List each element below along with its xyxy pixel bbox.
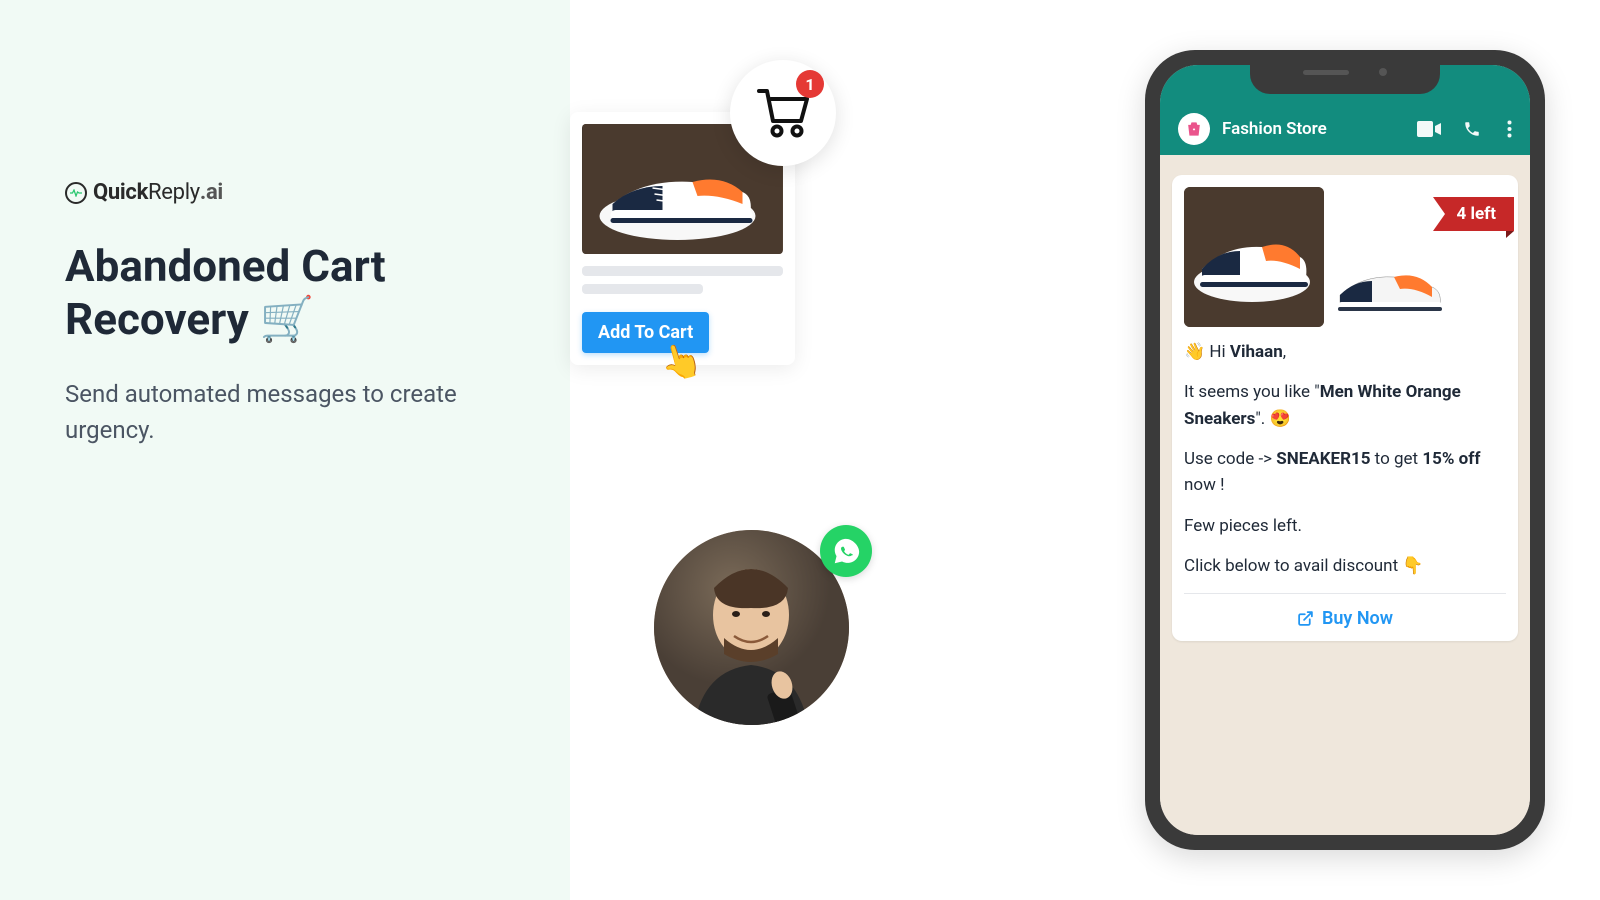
greeting-line: 👋 Hi Vihaan, — [1184, 339, 1506, 365]
buy-now-button[interactable]: Buy Now — [1184, 593, 1506, 629]
product-line: It seems you like "Men White Orange Snea… — [1184, 379, 1506, 432]
store-avatar — [1178, 113, 1210, 145]
product-thumbnail — [1332, 257, 1452, 317]
video-call-icon[interactable] — [1417, 121, 1441, 137]
headline: Abandoned Cart Recovery 🛒 — [65, 240, 520, 346]
phone-notch — [1250, 65, 1440, 94]
placeholder-line — [582, 266, 783, 276]
message-text: 👋 Hi Vihaan, It seems you like "Men Whit… — [1184, 339, 1506, 579]
whatsapp-icon — [820, 525, 872, 577]
message-card: 4 left 👋 Hi Vihaan, It seems you like "M — [1172, 175, 1518, 641]
hero-panel: QuickReply.ai Abandoned Cart Recovery 🛒 … — [0, 0, 570, 900]
cart-indicator: 1 — [730, 60, 836, 166]
discount-amount: 15% off — [1422, 449, 1480, 469]
brand-reply: Reply — [148, 180, 200, 205]
chat-body: 4 left 👋 Hi Vihaan, It seems you like "M — [1160, 155, 1530, 835]
discount-line: Use code -> SNEAKER15 to get 15% off now… — [1184, 446, 1506, 499]
external-link-icon — [1297, 610, 1314, 627]
subheadline: Send automated messages to create urgenc… — [65, 376, 485, 448]
placeholder-line — [582, 284, 703, 294]
brand-logo-text: QuickReply.ai — [93, 180, 223, 205]
customer-name: Vihaan — [1230, 342, 1283, 362]
cart-count-badge: 1 — [796, 70, 824, 98]
stock-ribbon: 4 left — [1433, 197, 1515, 231]
message-product-image — [1184, 187, 1324, 327]
cta-line: Click below to avail discount 👇 — [1184, 553, 1506, 579]
brand-logo-icon — [65, 182, 87, 204]
coupon-code: SNEAKER15 — [1276, 449, 1370, 469]
brand-ai: .ai — [200, 180, 223, 205]
customer-avatar — [654, 530, 849, 725]
brand-logo: QuickReply.ai — [65, 180, 520, 205]
phone-mockup: Fashion Store — [1145, 50, 1545, 850]
message-stock-panel: 4 left — [1332, 187, 1506, 327]
voice-call-icon[interactable] — [1463, 120, 1481, 138]
buy-now-label: Buy Now — [1322, 608, 1393, 629]
urgency-line: Few pieces left. — [1184, 513, 1506, 539]
brand-quick: Quick — [93, 180, 148, 205]
more-options-icon[interactable] — [1507, 120, 1512, 138]
store-name: Fashion Store — [1222, 119, 1405, 139]
